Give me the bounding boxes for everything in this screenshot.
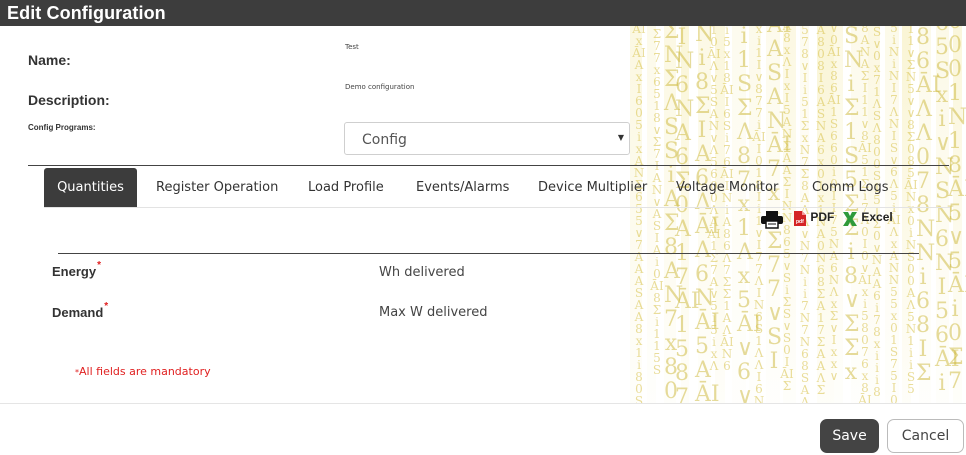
matrix-glow-stripe xyxy=(919,26,931,404)
excel-label: Excel xyxy=(861,210,893,224)
pdf-label: PDF xyxy=(810,210,835,224)
config-programs-label: Config Programs: xyxy=(28,123,96,132)
matrix-glyph-column: i 1 S Σ Λ 8 7 x 1 A x 5 ĀI ∨ 6 ∨ xyxy=(737,26,762,404)
description-value: Demo configuration xyxy=(345,83,415,91)
mandatory-note-text: All fields are mandatory xyxy=(79,365,211,378)
required-marker: * xyxy=(97,260,101,271)
excel-export-button[interactable]: Excel xyxy=(842,210,893,230)
cancel-button[interactable]: Cancel xyxy=(887,419,964,453)
config-programs-select[interactable]: Config ▼ xyxy=(344,122,630,155)
demand-label: Demand* xyxy=(52,301,108,320)
svg-text:pdf: pdf xyxy=(796,219,804,225)
matrix-glyph-column: i A 8 x Λ I x I 5 A N Σ A A Σ I N N 8 6 … xyxy=(780,26,794,393)
matrix-glyph-column: I N 6 N A 6 Σ 0 A 1 7 ĀI 1 5 8 7 xyxy=(675,26,700,404)
dialog-titlebar: Edit Configuration xyxy=(0,0,966,26)
tab-quantities[interactable]: Quantities xyxy=(44,168,137,207)
name-value: Test xyxy=(345,43,359,51)
matrix-glow-stripe xyxy=(647,26,656,404)
printer-icon xyxy=(760,211,784,232)
energy-value[interactable]: Wh delivered xyxy=(379,265,465,280)
tab-bar: Quantities Register Operation Load Profi… xyxy=(44,168,950,208)
footer-divider xyxy=(0,403,966,404)
tab-load-profile[interactable]: Load Profile xyxy=(308,168,384,207)
energy-label: Energy* xyxy=(52,260,101,279)
mandatory-note: *All fields are mandatory xyxy=(75,365,211,378)
print-button[interactable] xyxy=(760,210,784,230)
matrix-glow-stripe xyxy=(698,26,711,404)
excel-icon xyxy=(842,210,858,231)
name-label: Name: xyxy=(28,52,71,68)
section-divider xyxy=(28,165,949,166)
matrix-glow-stripe xyxy=(953,26,962,404)
matrix-glyph-column: 0 0 0 1 N 1 8 ĀI 5 ∨ 5 ĀI i 0 Σ 7 xyxy=(948,26,966,394)
dropdown-arrow-icon: ▼ xyxy=(617,133,624,142)
matrix-glow-stripe xyxy=(902,26,911,404)
matrix-glow-stripe xyxy=(732,26,746,404)
matrix-glow-stripe xyxy=(936,26,949,404)
matrix-glow-stripe xyxy=(681,26,689,404)
pdf-export-button[interactable]: pdf PDF xyxy=(793,210,834,230)
tab-device-multiplier[interactable]: Device Multiplier xyxy=(538,168,647,207)
energy-label-text: Energy xyxy=(52,264,97,279)
matrix-glyph-column: 6 5 S x i ∨ N S N 6 N I 5 6 ĀI i xyxy=(935,26,960,396)
pdf-icon: pdf xyxy=(793,210,807,230)
required-marker: * xyxy=(104,301,109,312)
matrix-glow-stripe xyxy=(664,26,676,404)
description-label: Description: xyxy=(28,92,110,108)
config-programs-selected-value: Config xyxy=(362,132,407,148)
save-button[interactable]: Save xyxy=(820,419,879,453)
matrix-glyph-column: Σ N Σ Λ S S i A Σ 8 A N 7 x 8 0 xyxy=(664,26,684,404)
matrix-glyph-column: N i 8 Σ I A 6 Λ ĀI Λ 6 N ĀI 5 A ĀI xyxy=(695,26,720,404)
tab-comm-logs[interactable]: Comm Logs xyxy=(812,168,888,207)
matrix-glyph-column: ĀI x ĀI A x I 6 0 5 i x A N Σ 6 5 5 ∨ 7 … xyxy=(632,26,646,404)
matrix-glow-stripe xyxy=(630,26,642,404)
tab-events-alarms[interactable]: Events/Alarms xyxy=(416,168,509,207)
content-divider xyxy=(58,253,919,254)
tab-register-operation[interactable]: Register Operation xyxy=(156,168,278,207)
tab-voltage-monitor[interactable]: Voltage Monitor xyxy=(676,168,778,207)
demand-value[interactable]: Max W delivered xyxy=(379,305,487,320)
demand-label-text: Demand xyxy=(52,305,104,320)
matrix-glow-stripe xyxy=(715,26,725,404)
matrix-glyph-column: S 1 1 ∨ Σ N 5 ∨ ∨ 8 Σ 0 8 5 ĀI N x 0 i N… xyxy=(904,26,918,396)
dialog-title: Edit Configuration xyxy=(7,3,166,23)
